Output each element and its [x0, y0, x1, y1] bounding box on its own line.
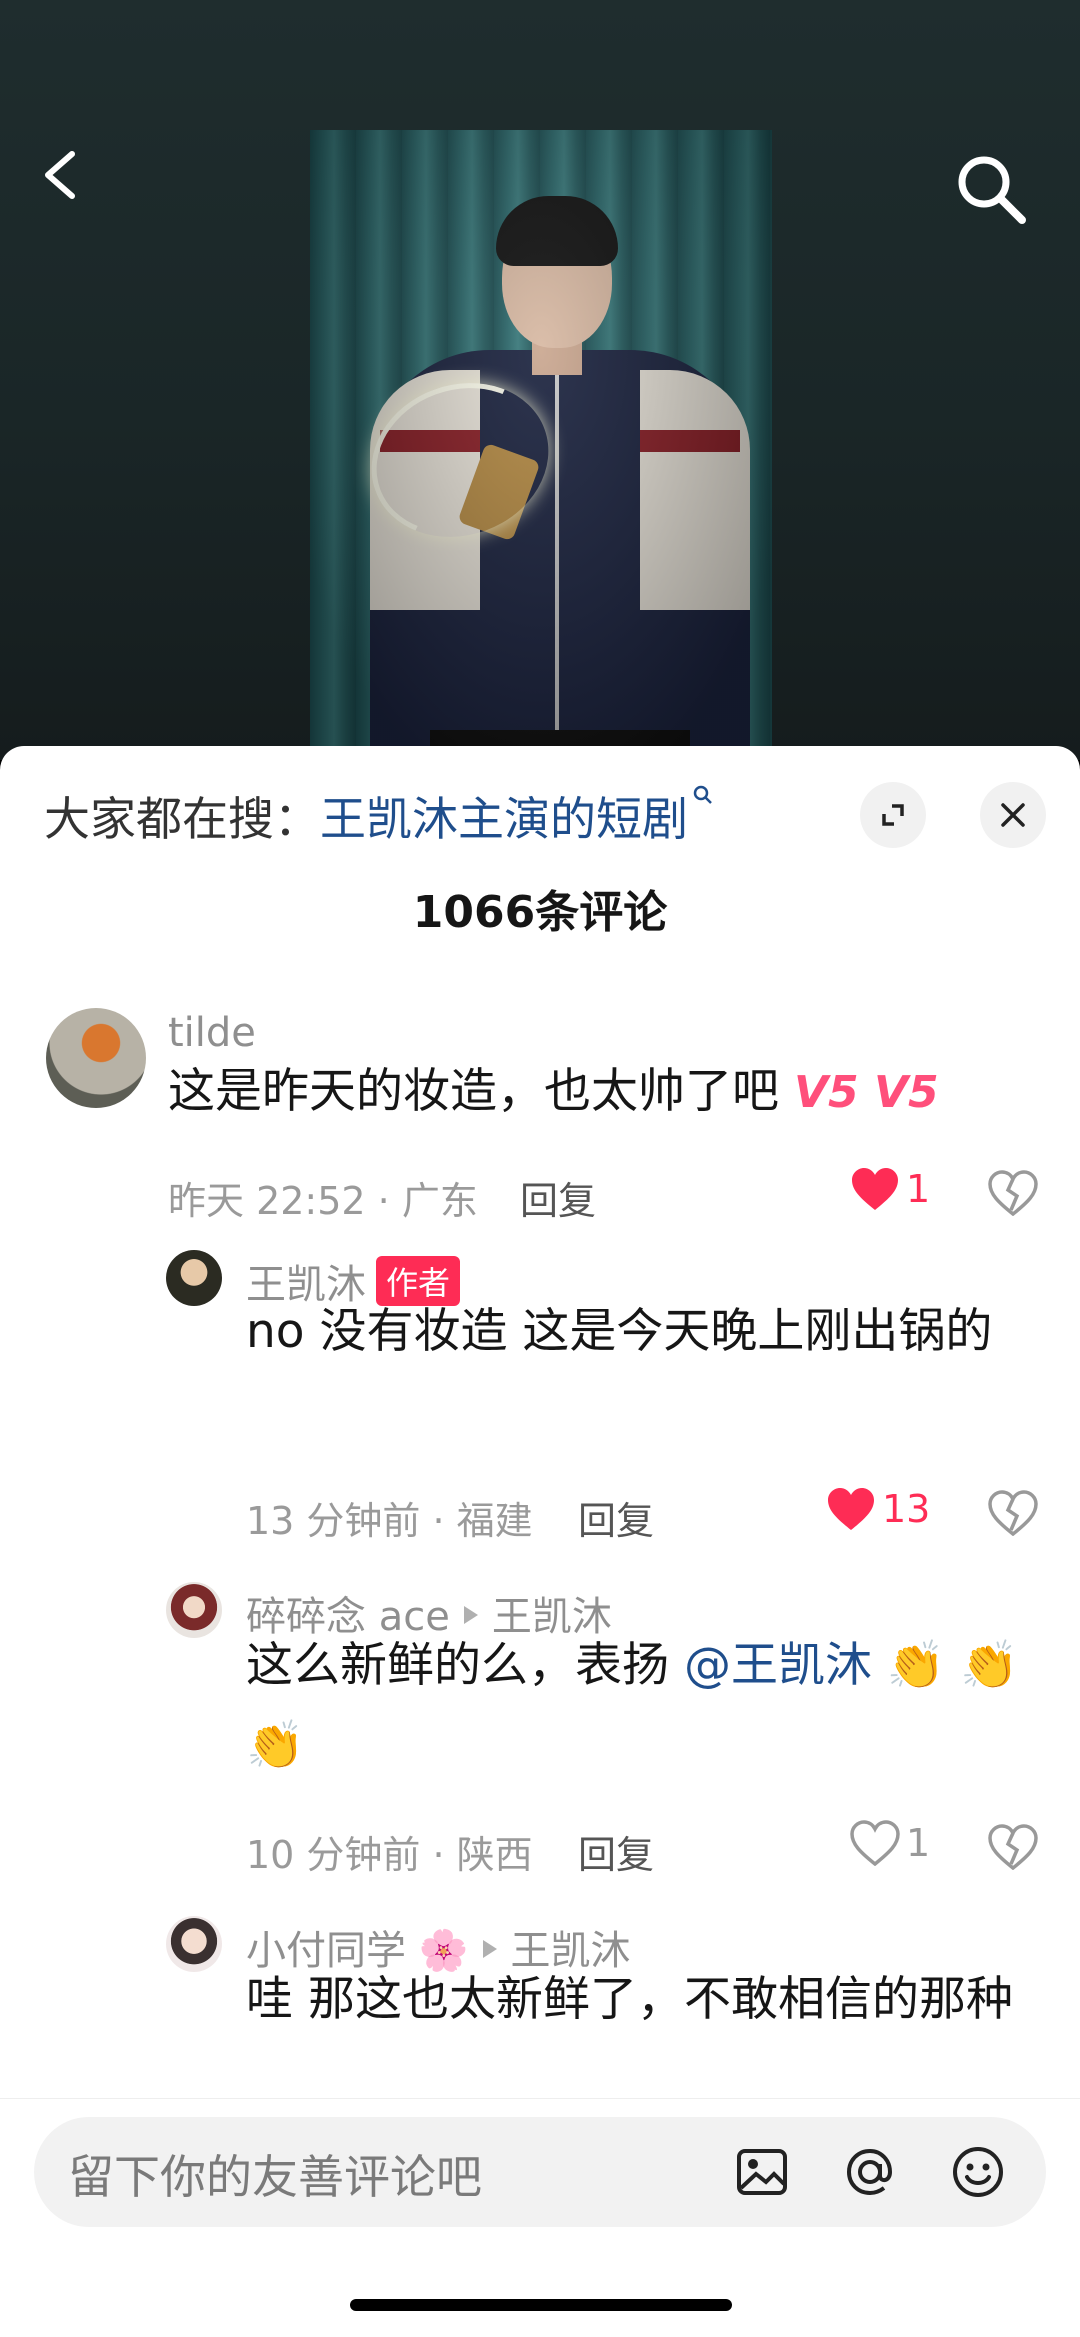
broken-heart-icon[interactable] — [988, 1170, 1038, 1216]
broken-heart-icon[interactable] — [988, 1490, 1038, 1536]
expand-button[interactable] — [860, 782, 926, 848]
trending-search-link[interactable]: 王凯沐主演的短剧 — [320, 783, 688, 849]
close-button[interactable] — [980, 782, 1046, 848]
comment-count: 1066条评论 — [412, 887, 668, 938]
video-player[interactable] — [0, 0, 1080, 760]
trending-search[interactable]: 大家都在搜： 王凯沐主演的短剧 — [44, 783, 714, 849]
heart-icon — [828, 1488, 874, 1530]
chevron-left-icon[interactable] — [36, 150, 86, 200]
like-count: 1 — [906, 1821, 931, 1865]
like-button[interactable]: 1 — [850, 1820, 930, 1866]
comment-sheet: 大家都在搜： 王凯沐主演的短剧 1066条评论 tilde 这是昨天的妆造，也太… — [0, 746, 1080, 2337]
avatar[interactable] — [166, 1250, 222, 1306]
like-button[interactable]: 13 — [826, 1486, 930, 1532]
comment-body: 这是昨天的妆造，也太帅了吧 — [168, 1064, 779, 1119]
expand-icon — [882, 804, 904, 826]
reply-arrow-icon — [463, 1606, 478, 1624]
home-indicator — [350, 2299, 732, 2311]
comment-time-location: 昨天 22:52 · 广东 — [168, 1179, 478, 1223]
v5-emoji: V5 V5 — [793, 1067, 939, 1118]
reply-arrow-icon — [482, 1940, 497, 1958]
small-search-icon — [692, 783, 714, 813]
reply-button[interactable]: 回复 — [578, 1490, 654, 1545]
reply-button[interactable]: 回复 — [520, 1170, 596, 1225]
like-count: 1 — [906, 1167, 931, 1211]
comment-text: 这么新鲜的么，表扬 @王凯沐 👏 👏👏 — [246, 1626, 1036, 1786]
at-icon[interactable] — [842, 2144, 898, 2200]
comment-input[interactable]: 留下你的友善评论吧 — [34, 2117, 1046, 2227]
comment-time-location: 13 分钟前 · 福建 — [246, 1499, 533, 1543]
comment-input-bar: 留下你的友善评论吧 — [0, 2098, 1080, 2337]
close-icon — [1001, 803, 1025, 827]
comment-username[interactable]: tilde — [168, 1010, 256, 1056]
broken-heart-icon[interactable] — [988, 1824, 1038, 1870]
reply-button[interactable]: 回复 — [578, 1824, 654, 1879]
image-icon[interactable] — [734, 2144, 790, 2200]
emoji-icon[interactable] — [950, 2144, 1006, 2200]
comment-text: no 没有妆造 这是今天晚上刚出锅的 — [246, 1304, 993, 1359]
comment-text: 这是昨天的妆造，也太帅了吧 V5 V5 — [168, 1052, 1028, 1133]
comment-time-location: 10 分钟前 · 陕西 — [246, 1833, 533, 1877]
heart-icon — [852, 1168, 898, 1210]
comment-text: 哇 那这也太新鲜了，不敢相信的那种 — [246, 1972, 1013, 2027]
heart-outline-icon — [850, 1820, 900, 1866]
search-icon[interactable] — [950, 148, 1030, 228]
like-button[interactable]: 1 — [850, 1166, 930, 1212]
trending-search-prefix: 大家都在搜： — [44, 792, 320, 846]
mention-link[interactable]: @王凯沐 — [684, 1638, 872, 1693]
like-count: 13 — [882, 1487, 931, 1531]
avatar[interactable] — [46, 1008, 146, 1108]
avatar[interactable] — [166, 1582, 222, 1638]
comment-input-placeholder: 留下你的友善评论吧 — [68, 2150, 482, 2204]
video-frame — [310, 130, 772, 760]
avatar[interactable] — [166, 1916, 222, 1972]
comment-body: 这么新鲜的么，表扬 — [246, 1638, 669, 1693]
